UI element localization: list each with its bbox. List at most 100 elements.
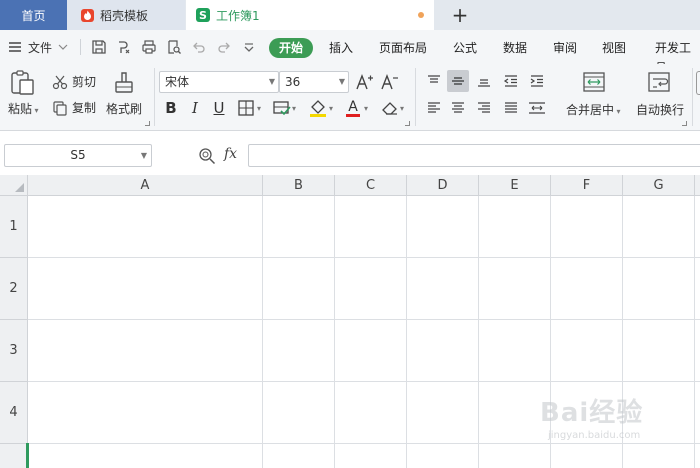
copy-label: 复制	[72, 101, 97, 115]
menu-tab-home[interactable]: 开始	[269, 38, 314, 58]
font-color-button[interactable]: A	[342, 97, 364, 119]
new-tab-button[interactable]: +	[448, 3, 472, 27]
row-header-1[interactable]: 1	[0, 196, 28, 258]
chevron-down-icon: ▾	[400, 104, 405, 113]
select-all-button[interactable]	[0, 175, 28, 196]
paste-label-button[interactable]: 粘贴 ▾	[8, 100, 39, 117]
merge-center-label: 合并居中	[566, 103, 615, 117]
align-top-button[interactable]	[423, 70, 445, 92]
align-bottom-button[interactable]	[473, 70, 495, 92]
row-header-5[interactable]	[0, 444, 28, 468]
chevron-down-icon: ▼	[338, 77, 345, 86]
tab-workbook[interactable]: S 工作簿1	[186, 0, 434, 30]
column-header-a[interactable]: A	[28, 175, 263, 196]
cut-button[interactable]: 剪切	[52, 73, 96, 90]
menu-tab-formulas[interactable]: 公式	[453, 38, 477, 58]
column-header-g[interactable]: G	[623, 175, 695, 196]
undo-icon[interactable]	[191, 39, 207, 55]
format-painter-button[interactable]	[111, 70, 137, 96]
align-left-icon	[428, 102, 440, 113]
indent-icon	[530, 75, 543, 87]
paste-button[interactable]	[8, 70, 36, 96]
menu-tab-data[interactable]: 数据	[503, 38, 527, 58]
font-name-select[interactable]: 宋体 ▼	[159, 71, 279, 93]
ribbon-home: 粘贴 ▾ 剪切 复制 格式刷 宋体 ▼ 36 ▼ B I U ▾ ▾ ▾ A ▾…	[0, 64, 700, 131]
distributed-align-button[interactable]	[526, 97, 548, 119]
row-header-4[interactable]: 4	[0, 382, 28, 444]
font-name-value: 宋体	[165, 75, 190, 89]
outdent-icon	[503, 75, 517, 87]
wrap-text-icon-button[interactable]	[647, 71, 671, 93]
chevron-down-icon: ▼	[140, 151, 147, 160]
column-header-f[interactable]: F	[551, 175, 623, 196]
menu-tab-page-layout[interactable]: 页面布局	[379, 38, 427, 58]
font-size-select[interactable]: 36 ▼	[279, 71, 349, 93]
export-icon[interactable]	[116, 39, 132, 55]
formula-bar: S5 ▼ fx	[0, 131, 700, 175]
chevron-down-icon	[58, 44, 68, 50]
file-menu[interactable]: 文件	[8, 30, 68, 64]
align-left-button[interactable]	[423, 97, 445, 119]
zoom-formula-icon[interactable]	[198, 147, 216, 165]
underline-button[interactable]: U	[208, 97, 230, 119]
clear-button[interactable]	[379, 97, 401, 119]
decrease-font-size-button[interactable]	[379, 71, 401, 93]
tab-home[interactable]: 首页	[0, 0, 67, 30]
menu-tab-review[interactable]: 审阅	[553, 38, 577, 58]
alignment-dialog-launcher[interactable]	[682, 121, 687, 126]
menu-tab-view[interactable]: 视图	[602, 38, 626, 58]
wrap-text-button[interactable]: 自动换行	[636, 101, 684, 118]
justify-button[interactable]	[500, 97, 522, 119]
font-size-value: 36	[285, 75, 301, 89]
copy-button[interactable]: 复制	[52, 99, 96, 116]
name-box[interactable]: S5 ▼	[4, 144, 152, 167]
hamburger-icon	[9, 42, 21, 52]
italic-button[interactable]: I	[184, 97, 206, 119]
overflow-tool-button[interactable]	[696, 71, 700, 95]
print-icon[interactable]	[141, 39, 157, 55]
align-bottom-icon	[478, 79, 490, 87]
align-right-button[interactable]	[473, 97, 495, 119]
ribbon-separator	[154, 68, 155, 126]
bold-button[interactable]: B	[160, 97, 182, 119]
column-header-d[interactable]: D	[407, 175, 479, 196]
column-header-h[interactable]	[695, 175, 700, 196]
column-header-c[interactable]: C	[335, 175, 407, 196]
docer-logo-icon	[81, 8, 94, 22]
row-header-3[interactable]: 3	[0, 320, 28, 382]
row-header-2[interactable]: 2	[0, 258, 28, 320]
menu-tab-insert[interactable]: 插入	[329, 38, 353, 58]
formula-input[interactable]	[248, 144, 700, 167]
gridline	[28, 319, 700, 320]
column-header-b[interactable]: B	[263, 175, 335, 196]
increase-font-size-button[interactable]	[354, 71, 376, 93]
font-dialog-launcher[interactable]	[405, 121, 410, 126]
merge-center-icon-button[interactable]	[582, 71, 606, 93]
menu-divider	[80, 39, 81, 55]
redo-icon[interactable]	[216, 39, 232, 55]
ribbon-separator	[415, 68, 416, 126]
unsaved-indicator	[418, 12, 424, 18]
align-middle-icon	[452, 77, 464, 85]
menu-tab-developer[interactable]: 开发工具	[655, 38, 700, 75]
clipboard-dialog-launcher[interactable]	[145, 121, 150, 126]
increase-indent-button[interactable]	[526, 70, 548, 92]
save-icon[interactable]	[91, 39, 107, 55]
borders-button[interactable]	[236, 97, 258, 119]
print-preview-icon[interactable]	[166, 39, 182, 55]
align-middle-button[interactable]	[447, 70, 469, 92]
insert-function-button[interactable]: fx	[224, 146, 237, 162]
decrease-indent-button[interactable]	[500, 70, 522, 92]
column-header-e[interactable]: E	[479, 175, 551, 196]
wrap-text-icon	[648, 72, 670, 92]
format-painter-icon	[115, 72, 133, 93]
customize-toolbar-icon[interactable]	[241, 39, 257, 55]
plus-icon: +	[451, 3, 469, 27]
fill-color-button[interactable]	[307, 97, 329, 119]
tab-docer-templates[interactable]: 稻壳模板	[67, 0, 185, 30]
gridline	[694, 196, 695, 468]
cell-style-button[interactable]	[271, 97, 293, 119]
cut-label: 剪切	[72, 75, 97, 89]
align-center-button[interactable]	[447, 97, 469, 119]
merge-center-button[interactable]: 合并居中 ▾	[566, 101, 621, 118]
